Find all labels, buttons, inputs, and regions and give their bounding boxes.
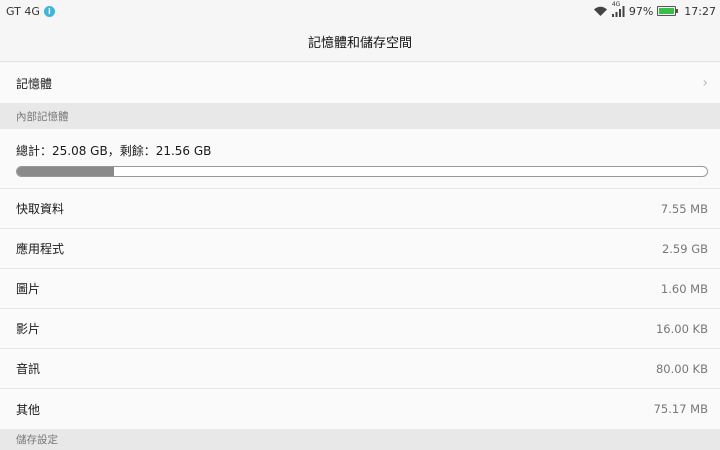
memory-row-label: 記憶體 bbox=[16, 76, 53, 91]
status-right: 4G 97% 17:27 bbox=[593, 1, 716, 18]
storage-item-label: 其他 bbox=[16, 402, 41, 417]
section-header-internal: 內部記憶體 bbox=[0, 103, 720, 129]
battery-percent: 97% bbox=[628, 4, 654, 18]
carrier-label: GT 4G bbox=[6, 4, 40, 18]
storage-item-videos[interactable]: 影片 16.00 KB bbox=[0, 309, 720, 349]
battery-icon bbox=[657, 6, 679, 16]
storage-item-label: 影片 bbox=[16, 322, 41, 336]
storage-item-audio[interactable]: 音訊 80.00 KB bbox=[0, 349, 720, 389]
storage-item-value: 80.00 KB bbox=[655, 361, 708, 376]
signal-group: 4G bbox=[611, 1, 625, 17]
storage-item-value: 1.60 MB bbox=[660, 281, 708, 296]
storage-item-value: 2.59 GB bbox=[661, 241, 708, 256]
storage-item-cache[interactable]: 快取資料 7.55 MB bbox=[0, 189, 720, 229]
storage-item-label: 應用程式 bbox=[16, 242, 65, 256]
status-left: GT 4G i bbox=[6, 5, 55, 18]
storage-usage-bar bbox=[16, 166, 708, 177]
storage-item-label: 音訊 bbox=[16, 362, 41, 376]
section-header-storage-settings: 儲存設定 bbox=[0, 429, 720, 450]
storage-item-images[interactable]: 圖片 1.60 MB bbox=[0, 269, 720, 309]
wifi-icon bbox=[593, 6, 607, 16]
storage-item-label: 圖片 bbox=[16, 282, 41, 296]
chevron-right-icon: › bbox=[702, 75, 708, 91]
storage-item-other[interactable]: 其他 75.17 MB bbox=[0, 389, 720, 429]
storage-item-value: 75.17 MB bbox=[653, 402, 708, 416]
section-header-internal-label: 內部記憶體 bbox=[16, 110, 69, 123]
storage-item-label: 快取資料 bbox=[16, 202, 65, 216]
page-title: 記憶體和儲存空間 bbox=[307, 36, 412, 51]
storage-item-value: 16.00 KB bbox=[655, 321, 708, 336]
storage-summary-text: 總計：25.08 GB，剩餘：21.56 GB bbox=[16, 144, 212, 158]
network-type-label: 4G bbox=[611, 0, 621, 8]
notification-info-icon: i bbox=[43, 5, 55, 17]
memory-row[interactable]: 記憶體 › bbox=[0, 63, 720, 103]
section-header-storage-settings-label: 儲存設定 bbox=[16, 434, 58, 446]
title-bar: 記憶體和儲存空間 bbox=[0, 22, 720, 62]
clock: 17:27 bbox=[684, 4, 716, 18]
storage-summary: 總計：25.08 GB，剩餘：21.56 GB bbox=[0, 129, 720, 189]
storage-item-value: 7.55 MB bbox=[660, 201, 708, 216]
storage-usage-bar-fill bbox=[17, 167, 114, 176]
storage-item-apps[interactable]: 應用程式 2.59 GB bbox=[0, 229, 720, 269]
status-bar: GT 4G i 4G 97% 17:27 bbox=[0, 0, 720, 22]
